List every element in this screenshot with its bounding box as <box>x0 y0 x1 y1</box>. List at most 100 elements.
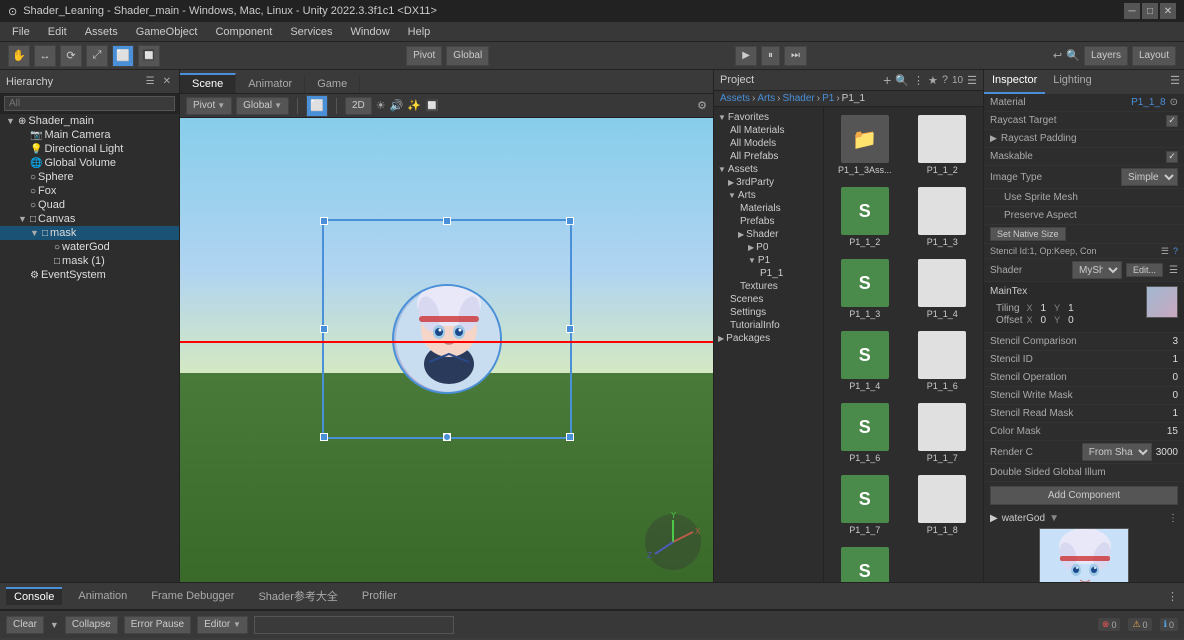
material-value[interactable]: P1_1_8 <box>1131 97 1165 108</box>
pause-button[interactable]: ⏸ <box>761 46 780 66</box>
menu-item-edit[interactable]: Edit <box>40 24 75 40</box>
project-tree-item[interactable]: ▼Favorites <box>714 111 823 124</box>
watergod-arrow-icon[interactable]: ▶ <box>990 513 998 524</box>
project-options-icon[interactable]: ☰ <box>967 74 977 87</box>
asset-item[interactable]: SP1_1_3 <box>828 255 902 323</box>
layers-button[interactable]: Layers <box>1084 46 1128 66</box>
asset-item[interactable]: P1_1_3 <box>906 183 980 251</box>
hierarchy-item-watergod[interactable]: ○waterGod <box>0 240 179 254</box>
hierarchy-item-canvas[interactable]: ▼□Canvas <box>0 212 179 226</box>
shader-list-icon[interactable]: ☰ <box>1169 265 1178 276</box>
collapse-button[interactable]: Collapse <box>65 616 118 634</box>
asset-item[interactable]: P1_1_7 <box>906 399 980 467</box>
raycast-target-checkbox[interactable] <box>1166 115 1178 127</box>
watergod-menu-icon[interactable]: ⋮ <box>1168 513 1178 524</box>
menu-item-assets[interactable]: Assets <box>77 24 126 40</box>
hierarchy-search-input[interactable] <box>4 96 175 111</box>
hierarchy-item-fox[interactable]: ○Fox <box>0 184 179 198</box>
project-tree-item[interactable]: ▶P0 <box>714 241 823 254</box>
hierarchy-item-globalvolume[interactable]: 🌐Global Volume <box>0 156 179 170</box>
waterGod-thumbnail[interactable] <box>1039 528 1129 582</box>
project-tree-item[interactable]: ▼P1 <box>714 254 823 267</box>
asset-item[interactable]: P1_1_2 <box>906 111 980 179</box>
raycast-padding-arrow-icon[interactable]: ▶ <box>990 133 997 144</box>
scene-2d-button[interactable]: 2D <box>345 97 372 115</box>
project-search-icon[interactable]: 🔍 <box>895 74 909 87</box>
play-button[interactable]: ▶ <box>735 46 757 66</box>
stencil-help-icon[interactable]: ? <box>1173 246 1178 256</box>
hierarchy-item-eventsystem[interactable]: ⚙EventSystem <box>0 268 179 282</box>
asset-item[interactable]: P1_1_8 <box>906 471 980 539</box>
project-tree-item[interactable]: All Models <box>714 137 823 150</box>
project-menu-icon[interactable]: ⋮ <box>913 74 924 87</box>
hierarchy-menu-button[interactable]: ☰ <box>144 76 157 87</box>
tab-inspector[interactable]: Inspector <box>984 70 1045 94</box>
project-tree-item[interactable]: ▶Shader <box>714 228 823 241</box>
project-fave-icon[interactable]: ★ <box>928 74 938 87</box>
scene-rect-tool[interactable]: ⬜ <box>306 95 328 117</box>
maximize-button[interactable]: □ <box>1142 3 1158 19</box>
asset-item[interactable]: SP1_1_4 <box>828 327 902 395</box>
scene-audio-icon[interactable]: 🔊 <box>390 99 404 112</box>
asset-item[interactable]: SP1_1_7 <box>828 471 902 539</box>
project-tree-item[interactable]: All Prefabs <box>714 150 823 163</box>
project-tree-item[interactable]: Materials <box>714 202 823 215</box>
project-tree-item[interactable]: ▼Arts <box>714 189 823 202</box>
menu-item-component[interactable]: Component <box>207 24 280 40</box>
inspector-lock-icon[interactable]: ⊙ <box>1170 97 1178 108</box>
hierarchy-close-button[interactable]: ✕ <box>161 76 173 87</box>
breadcrumb-p1_1[interactable]: P1_1 <box>842 93 865 104</box>
breadcrumb-assets[interactable]: Assets <box>720 93 750 104</box>
project-tree-item[interactable]: TutorialInfo <box>714 319 823 332</box>
hierarchy-item-maincamera[interactable]: 📷Main Camera <box>0 128 179 142</box>
menu-item-window[interactable]: Window <box>343 24 398 40</box>
render-queue-select[interactable]: From Shader <box>1082 443 1152 461</box>
tab-scene[interactable]: Scene <box>180 73 236 93</box>
maskable-checkbox[interactable] <box>1166 151 1178 163</box>
scale-tool-button[interactable]: ⤢ <box>86 45 108 67</box>
menu-item-file[interactable]: File <box>4 24 38 40</box>
project-tree-item[interactable]: Textures <box>714 280 823 293</box>
hierarchy-item-shader_main[interactable]: ▼⊕Shader_main <box>0 114 179 128</box>
bottom-panel-menu-icon[interactable]: ⋮ <box>1167 590 1178 603</box>
project-tree-item[interactable]: Prefabs <box>714 215 823 228</box>
project-add-icon[interactable]: + <box>883 72 891 88</box>
breadcrumb-p1[interactable]: P1 <box>822 93 834 104</box>
rect-tool-button[interactable]: ⬜ <box>112 45 134 67</box>
global-button[interactable]: Global <box>446 46 489 66</box>
scene-light-icon[interactable]: ☀ <box>376 99 386 112</box>
tab-lighting[interactable]: Lighting <box>1045 70 1100 94</box>
menu-item-gameobject[interactable]: GameObject <box>128 24 206 40</box>
tab-frame-debugger[interactable]: Frame Debugger <box>143 588 242 604</box>
hierarchy-item-directionallight[interactable]: 💡Directional Light <box>0 142 179 156</box>
scene-pivot-button[interactable]: Pivot ▼ <box>186 97 232 115</box>
asset-item[interactable]: P1_1_6 <box>906 327 980 395</box>
project-tree-item[interactable]: Settings <box>714 306 823 319</box>
menu-item-services[interactable]: Services <box>282 24 340 40</box>
stencil-list-icon[interactable]: ☰ <box>1161 246 1169 257</box>
minimize-button[interactable]: ─ <box>1124 3 1140 19</box>
menu-item-help[interactable]: Help <box>400 24 439 40</box>
layout-button[interactable]: Layout <box>1132 46 1176 66</box>
set-native-size-button[interactable]: Set Native Size <box>990 227 1066 241</box>
pivot-button[interactable]: Pivot <box>406 46 442 66</box>
scene-global-button[interactable]: Global ▼ <box>236 97 289 115</box>
breadcrumb-arts[interactable]: Arts <box>757 93 775 104</box>
breadcrumb-shader[interactable]: Shader <box>782 93 814 104</box>
clear-dropdown-icon[interactable]: ▼ <box>50 620 59 630</box>
project-tree-item[interactable]: ▶3rdParty <box>714 176 823 189</box>
tab-game[interactable]: Game <box>305 75 360 93</box>
add-component-button[interactable]: Add Component <box>990 486 1178 505</box>
move-tool-button[interactable]: ↔ <box>34 45 56 67</box>
asset-item[interactable]: P1_1_4 <box>906 255 980 323</box>
project-tree-item[interactable]: ▼Assets <box>714 163 823 176</box>
scene-effects-icon[interactable]: ✨ <box>407 99 421 112</box>
scene-viewport[interactable]: X Y Z <box>180 118 713 582</box>
watergod-dropdown-icon[interactable]: ▼ <box>1049 513 1059 524</box>
project-tree-item[interactable]: All Materials <box>714 124 823 137</box>
rotate-tool-button[interactable]: ⟳ <box>60 45 82 67</box>
maintex-thumbnail[interactable] <box>1146 286 1178 318</box>
scene-gizmos-icon[interactable]: 🔲 <box>425 99 439 112</box>
asset-item[interactable]: SP1_1_6 <box>828 399 902 467</box>
editor-button[interactable]: Editor ▼ <box>197 616 248 634</box>
